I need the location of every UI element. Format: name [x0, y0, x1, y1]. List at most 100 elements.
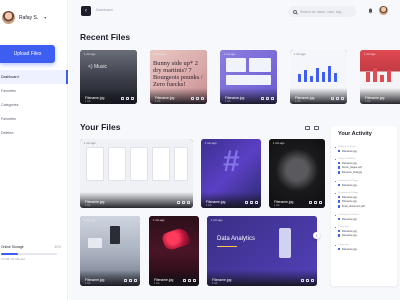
file-icon — [338, 229, 341, 233]
storage-progress-bar — [1, 253, 57, 255]
activity-file[interactable]: Some_pages.pdf — [338, 166, 394, 170]
share-icon[interactable] — [301, 279, 304, 282]
sidebar-item-favorites[interactable]: Favorites — [0, 84, 68, 98]
file-timestamp: 1 min ago — [154, 53, 166, 56]
download-icon[interactable] — [250, 201, 253, 204]
more-icon[interactable] — [311, 279, 314, 282]
your-file-card[interactable]: 1 min ago Filename.jpg 1 mb — [149, 216, 199, 286]
activity-time: Yesterday at 11:31am — [338, 214, 360, 216]
download-icon[interactable] — [182, 201, 185, 204]
file-size: 1 mb — [365, 100, 371, 103]
activity-time: Yesterday at 6:20pm — [338, 180, 358, 182]
your-file-card[interactable]: 1 min ago Filename.jpg 1 mb — [80, 216, 140, 286]
activity-item: 2 days ago Filename.jpg Filename.jpg — [335, 226, 394, 238]
download-icon[interactable] — [314, 201, 317, 204]
activity-file[interactable]: filename_final.jpg — [338, 171, 394, 175]
more-icon[interactable] — [341, 97, 344, 100]
sidebar-item-categories[interactable]: Categories — [0, 98, 68, 112]
thumbnail-text: <) Music — [88, 64, 108, 70]
activity-file[interactable]: Filename.jpg — [338, 195, 394, 199]
share-icon[interactable] — [124, 279, 127, 282]
search-input[interactable] — [300, 9, 355, 14]
recent-file-card[interactable]: Bunny side up* 2 dry martinis? 7 Bourgeo… — [150, 50, 207, 104]
more-icon[interactable] — [134, 279, 137, 282]
breadcrumb[interactable]: Dashboard — [96, 8, 113, 12]
file-icon — [338, 166, 341, 170]
file-timestamp: 1 min ago — [84, 53, 96, 56]
file-icon — [338, 183, 341, 187]
download-icon[interactable] — [336, 97, 339, 100]
search-bar[interactable] — [288, 6, 356, 17]
share-icon[interactable] — [191, 97, 194, 100]
storage-progress-fill — [1, 253, 18, 255]
more-icon[interactable] — [187, 201, 190, 204]
more-icon[interactable] — [131, 97, 134, 100]
file-icon — [338, 247, 341, 251]
file-timestamp: 1 min ago — [224, 53, 236, 56]
activity-file[interactable]: Filename.jpg — [338, 200, 394, 204]
file-size: 1 mb — [154, 282, 160, 285]
shoe-image — [160, 226, 192, 252]
chevron-down-icon[interactable]: ▾ — [44, 15, 46, 20]
your-file-card[interactable]: # 1 min ago Filename.jpg 1 mb — [201, 139, 261, 208]
activity-file[interactable]: Filename.jpg — [338, 247, 394, 251]
file-size: 1 mb — [155, 100, 161, 103]
sidebar-item-favorites-2[interactable]: Favorites — [0, 112, 68, 126]
file-icon — [338, 149, 341, 153]
download-icon[interactable] — [306, 279, 309, 282]
recent-file-card[interactable]: <) Music 1 min ago Filename.jpg 1 mb — [80, 50, 137, 104]
activity-file[interactable]: Filename.jpg — [338, 217, 394, 221]
activity-file[interactable]: Filename.jpg — [338, 229, 394, 233]
your-file-card[interactable]: 1 min ago Filename.jpg 1 mb — [269, 139, 325, 208]
recent-file-card[interactable]: 1 min ago Filename.jpg 1 mb — [220, 50, 277, 104]
download-icon[interactable] — [129, 279, 132, 282]
your-file-card[interactable]: Data Analytics 1 min ago Filename.jpg 1 … — [207, 216, 317, 286]
more-icon[interactable] — [319, 201, 322, 204]
recent-file-card[interactable]: 1 min ago Filename.jpg 1 mb — [360, 50, 400, 104]
search-icon — [293, 9, 297, 14]
your-files-title: Your Files — [80, 122, 121, 132]
topbar: ‹ Dashboard — [69, 0, 400, 22]
download-icon[interactable] — [188, 279, 191, 282]
file-icon — [338, 195, 341, 199]
file-timestamp: 1 min ago — [205, 142, 217, 145]
share-icon[interactable] — [183, 279, 186, 282]
activity-time: 2 days ago — [338, 226, 349, 228]
activity-time: 2 days ago — [338, 244, 349, 246]
more-icon[interactable] — [271, 97, 274, 100]
share-icon[interactable] — [261, 97, 264, 100]
share-icon[interactable] — [331, 97, 334, 100]
share-icon[interactable] — [121, 97, 124, 100]
sidebar-item-deleted[interactable]: Deleted — [0, 126, 68, 140]
profile[interactable]: Rafay S. ▾ — [2, 11, 46, 24]
file-size: 1 mb — [212, 282, 218, 285]
more-icon[interactable] — [255, 201, 258, 204]
activity-file[interactable]: Filename.jpg — [338, 234, 394, 238]
download-icon[interactable] — [126, 97, 129, 100]
filter-icon[interactable] — [314, 126, 319, 130]
your-file-card[interactable]: 1 min ago Filename.jpg 1 mb — [80, 139, 193, 208]
bell-icon[interactable] — [368, 8, 373, 14]
more-icon[interactable] — [201, 97, 204, 100]
activity-file[interactable]: Filename.jpg — [338, 149, 394, 153]
avatar[interactable] — [2, 11, 15, 24]
upload-files-button[interactable]: Upload Files — [0, 45, 55, 63]
sidebar-item-dashboard[interactable]: Dashboard — [0, 70, 68, 84]
chevron-right-icon[interactable]: › — [313, 232, 320, 239]
download-icon[interactable] — [266, 97, 269, 100]
recent-file-card[interactable]: 1 min ago Filename.jpg 1 mb — [290, 50, 347, 104]
file-icon — [338, 234, 341, 238]
share-icon[interactable] — [309, 201, 312, 204]
storage-detail: 6.5 GB / 20 GB used — [1, 258, 25, 261]
back-button[interactable]: ‹ — [81, 6, 91, 16]
share-icon[interactable] — [177, 201, 180, 204]
activity-file[interactable]: Filename.jpg — [338, 161, 394, 165]
avatar[interactable] — [379, 6, 388, 15]
share-icon[interactable] — [245, 201, 248, 204]
more-icon[interactable] — [193, 279, 196, 282]
file-size: 1 mb — [225, 100, 231, 103]
activity-file[interactable]: Filename.jpg — [338, 183, 394, 187]
activity-file[interactable]: Final_document.pdf — [338, 205, 394, 209]
grid-view-icon[interactable] — [305, 126, 310, 130]
download-icon[interactable] — [196, 97, 199, 100]
